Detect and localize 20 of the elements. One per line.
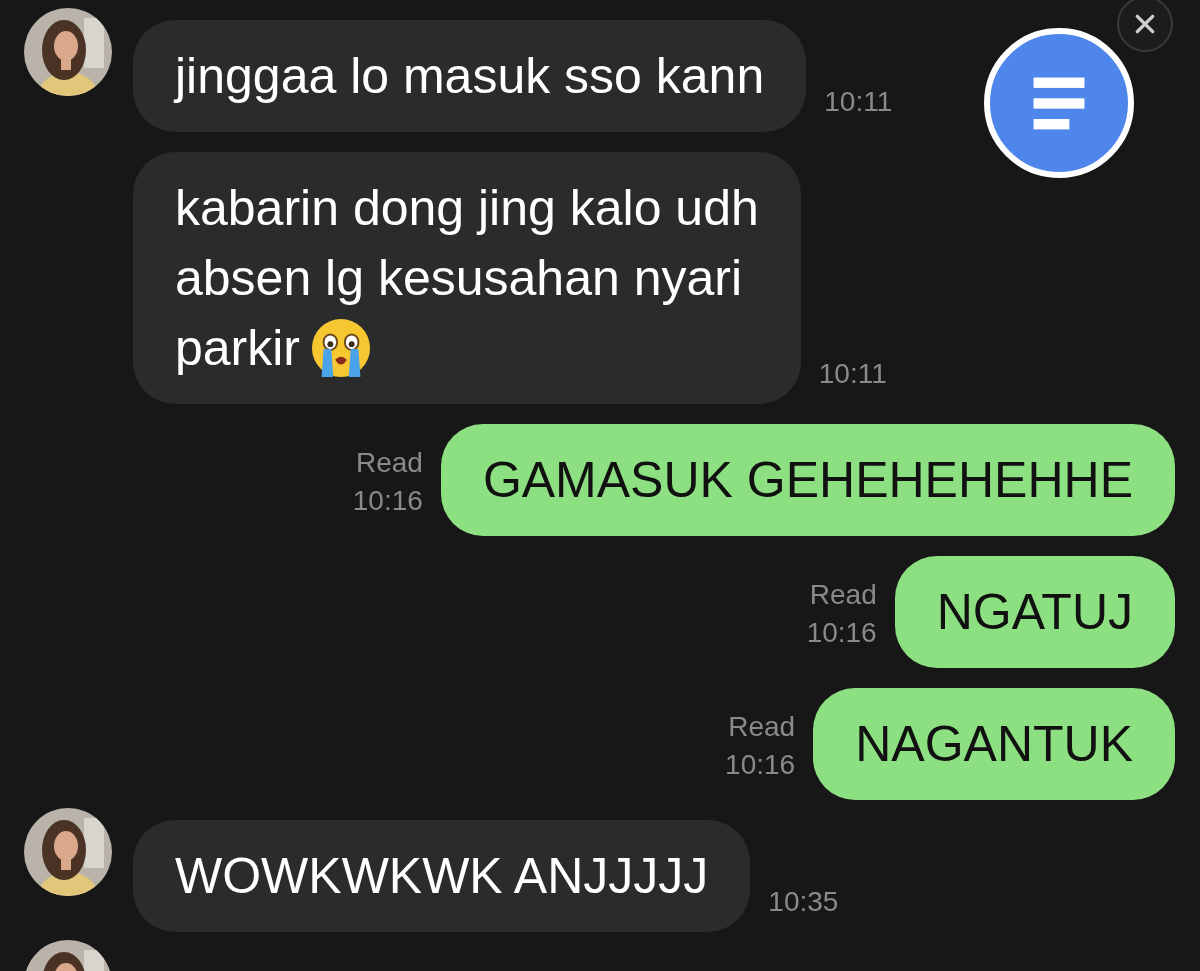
- timestamp: 10:35: [768, 886, 839, 918]
- read-receipt: Read: [728, 710, 796, 744]
- timestamp: 10:11: [824, 86, 893, 118]
- close-button[interactable]: [1117, 0, 1173, 52]
- timestamp: 10:16: [352, 484, 423, 518]
- close-icon: [1134, 13, 1156, 35]
- message-text: GAMASUK GEHEHEHEHHE: [482, 451, 1133, 510]
- message-text: NAGANTUK: [855, 715, 1133, 774]
- read-receipt: Read: [355, 446, 423, 480]
- message-text: jinggaa lo masuk sso kann: [175, 47, 765, 106]
- read-receipt: Read: [809, 578, 877, 612]
- timestamp: 10:16: [725, 748, 796, 782]
- message-text: NGATUJ: [936, 583, 1133, 642]
- timestamp: 10:11: [818, 358, 887, 390]
- message-text: kabarin dong jing kalo udh: [175, 179, 759, 238]
- message-text: absen lg kesusahan nyari: [175, 249, 743, 308]
- crying-face-icon: [310, 317, 373, 379]
- timestamp: 10:16: [806, 616, 877, 650]
- message-text: parkir: [175, 319, 301, 378]
- message-text: WOWKWKWK ANJJJJJ: [175, 847, 709, 906]
